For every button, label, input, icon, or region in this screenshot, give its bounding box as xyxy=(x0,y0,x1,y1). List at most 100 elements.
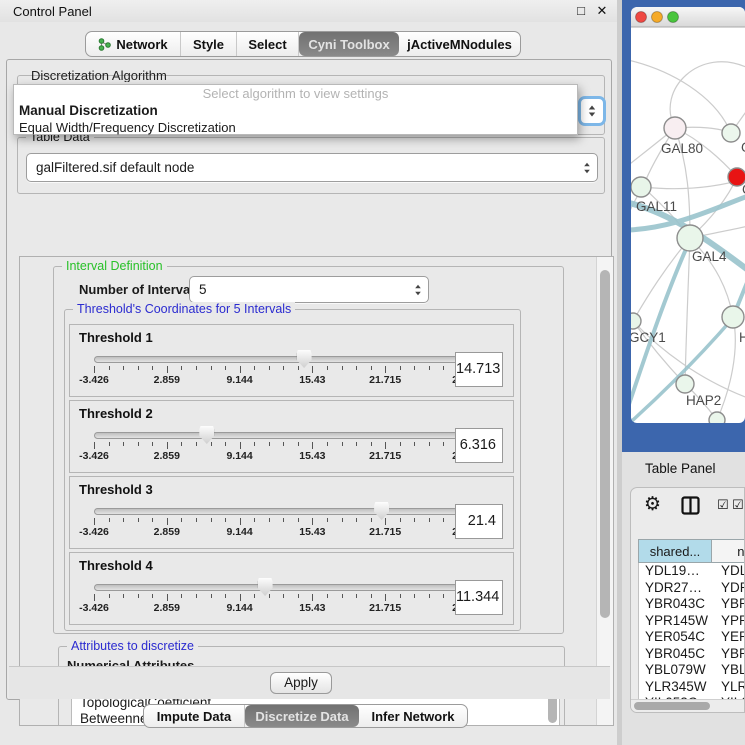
zoom-window-icon[interactable] xyxy=(668,12,679,23)
table-row[interactable]: YBR045CYBR0 xyxy=(639,646,745,663)
slider-thumb[interactable] xyxy=(374,502,389,520)
popup-placeholder-item[interactable]: Select algorithm to view settings xyxy=(14,85,577,102)
slider-tick-label: -3.426 xyxy=(79,526,109,538)
threshold-value-field[interactable]: 11.344 xyxy=(455,580,503,615)
table-cell[interactable]: YLR3 xyxy=(713,679,745,696)
slider-tick-label: 9.144 xyxy=(226,526,252,538)
table-cell[interactable]: YBR0 xyxy=(713,596,745,613)
table-row[interactable]: YBL079WYBL0 xyxy=(639,662,745,679)
split-columns-icon[interactable] xyxy=(681,496,700,515)
table-cell[interactable]: YER054C xyxy=(639,629,713,646)
slider-thumb[interactable] xyxy=(258,578,273,596)
table-cell[interactable]: YBL079W xyxy=(639,662,713,679)
slider-tick xyxy=(181,366,182,370)
tab-select[interactable]: Select xyxy=(237,32,299,56)
control-panel: Control Panel □ ✕ NetworkStyleSelectCyni… xyxy=(0,0,617,745)
tab-label: Select xyxy=(248,37,286,52)
float-window-icon[interactable]: □ xyxy=(572,2,590,20)
table-cell[interactable]: YDR2 xyxy=(713,580,745,597)
table-row[interactable]: YPR145WYPR1 xyxy=(639,613,745,630)
slider-track[interactable] xyxy=(94,356,458,363)
threshold-value-field[interactable]: 21.4 xyxy=(455,504,503,539)
horizontal-scrollbar-thumb[interactable] xyxy=(634,702,710,710)
table-row[interactable]: YLR345WYLR3 xyxy=(639,679,745,696)
close-window-icon[interactable]: ✕ xyxy=(593,2,611,20)
slider-tick xyxy=(312,442,313,449)
table-cell[interactable]: YPR1 xyxy=(713,613,745,630)
table-cell[interactable]: YDL19… xyxy=(639,563,713,580)
slider-tick xyxy=(342,518,343,522)
slider-thumb[interactable] xyxy=(199,426,214,444)
slider-tick xyxy=(298,442,299,446)
table-row[interactable]: YDL19…YDL1 xyxy=(639,563,745,580)
network-node[interactable] xyxy=(722,306,744,328)
slider-tick xyxy=(138,594,139,598)
network-node[interactable] xyxy=(677,225,703,251)
network-node-label: GAL11 xyxy=(636,199,677,214)
traffic-light-buttons[interactable] xyxy=(636,12,679,23)
tab-style[interactable]: Style xyxy=(181,32,237,56)
table-column-header-shared[interactable]: shared... xyxy=(638,539,712,563)
network-node[interactable] xyxy=(676,375,694,393)
network-view-area[interactable]: GAL80GACGAL11GAL4GCY1HHAP2 xyxy=(622,0,745,452)
slider-tick-label: -3.426 xyxy=(79,374,109,386)
vertical-scrollbar-thumb[interactable] xyxy=(600,270,610,618)
slider-tick xyxy=(109,442,110,446)
minimize-window-icon[interactable] xyxy=(652,12,663,23)
slider-track[interactable] xyxy=(94,508,458,515)
vertical-scrollbar-track[interactable] xyxy=(596,257,613,725)
popup-option-manual-discretization[interactable]: Manual Discretization xyxy=(14,102,577,119)
tab-impute-data[interactable]: Impute Data xyxy=(144,705,245,727)
slider-tick xyxy=(327,442,328,446)
table-rows[interactable]: YDL19…YDL1YDR27…YDR2YBR043CYBR0YPR145WYP… xyxy=(638,563,745,699)
gear-icon[interactable]: ⚙ xyxy=(644,493,661,516)
table-data-combo-value: galFiltered.sif default node xyxy=(36,160,194,175)
slider-tick xyxy=(225,442,226,446)
apply-button[interactable]: Apply xyxy=(270,672,332,694)
tab-network[interactable]: Network xyxy=(86,32,181,56)
slider-track[interactable] xyxy=(94,584,458,591)
slider-thumb[interactable] xyxy=(297,350,312,368)
slider-tick xyxy=(443,442,444,446)
checkbox-icon[interactable]: ☑ xyxy=(732,497,744,513)
slider-tick xyxy=(211,442,212,446)
slider-tick xyxy=(152,518,153,522)
network-node[interactable] xyxy=(722,124,740,142)
table-cell[interactable]: YBR043C xyxy=(639,596,713,613)
table-column-header-name[interactable]: na xyxy=(712,539,745,563)
network-canvas[interactable]: GAL80GACGAL11GAL4GCY1HHAP2 xyxy=(622,0,745,452)
table-cell[interactable]: YER0 xyxy=(713,629,745,646)
table-cell[interactable]: YPR145W xyxy=(639,613,713,630)
network-node[interactable] xyxy=(631,177,651,197)
close-window-icon[interactable] xyxy=(636,12,647,23)
table-row[interactable]: YER054CYER0 xyxy=(639,629,745,646)
tab-discretize-data[interactable]: Discretize Data xyxy=(245,705,359,727)
table-cell[interactable]: YDR27… xyxy=(639,580,713,597)
popup-option-equal-width-frequency[interactable]: Equal Width/Frequency Discretization xyxy=(14,119,577,136)
network-window-titlebar[interactable] xyxy=(631,7,745,27)
table-row[interactable]: YDR27…YDR2 xyxy=(639,580,745,597)
table-cell[interactable]: YDL1 xyxy=(713,563,745,580)
table-cell[interactable]: YLR345W xyxy=(639,679,713,696)
slider-tick-label: 9.144 xyxy=(226,450,252,462)
table-cell[interactable]: YBR045C xyxy=(639,646,713,663)
tab-jactivemnodules[interactable]: jActiveMNodules xyxy=(399,32,520,56)
threshold-value-field[interactable]: 6.316 xyxy=(455,428,503,463)
tab-infer-network[interactable]: Infer Network xyxy=(359,705,467,727)
table-cell[interactable]: YBR0 xyxy=(713,646,745,663)
tab-cyni-toolbox[interactable]: Cyni Toolbox xyxy=(299,32,399,56)
network-node[interactable] xyxy=(664,117,686,139)
slider-tick xyxy=(211,518,212,522)
table-data-combo[interactable]: galFiltered.sif default node xyxy=(26,153,598,182)
slider-tick-label: -3.426 xyxy=(79,602,109,614)
slider-tick xyxy=(240,518,241,525)
threshold-value-field[interactable]: 14.713 xyxy=(455,352,503,387)
algorithm-combo-stepper[interactable] xyxy=(578,96,606,126)
checkbox-icon[interactable]: ☑ xyxy=(717,497,729,513)
table-cell[interactable]: YBL0 xyxy=(713,662,745,679)
horizontal-scrollbar-track[interactable] xyxy=(631,699,745,712)
slider-tick xyxy=(342,366,343,370)
number-of-intervals-combo[interactable]: 5 xyxy=(189,276,429,303)
table-row[interactable]: YBR043CYBR0 xyxy=(639,596,745,613)
slider-track[interactable] xyxy=(94,432,458,439)
